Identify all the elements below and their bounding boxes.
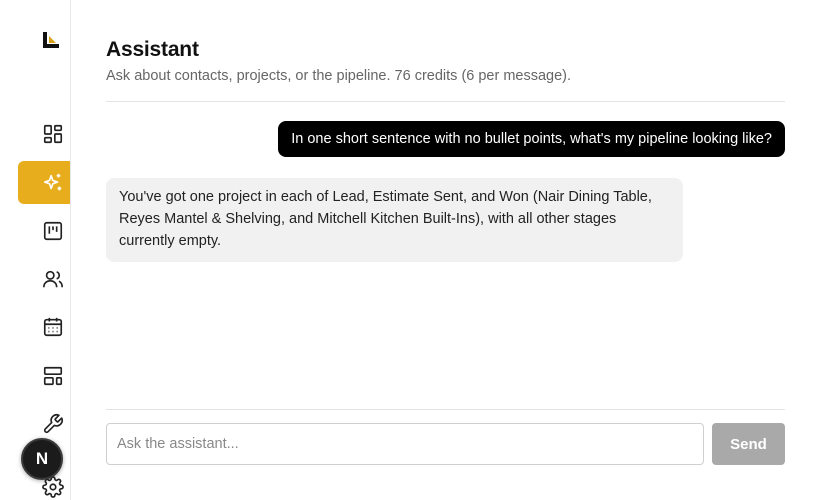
users-icon bbox=[43, 270, 63, 287]
sidebar-item-assistant[interactable] bbox=[18, 161, 70, 204]
header-divider bbox=[106, 101, 785, 102]
sparkles-icon bbox=[43, 173, 62, 190]
chat-input[interactable] bbox=[106, 423, 704, 465]
sidebar-item-contacts[interactable] bbox=[18, 257, 70, 300]
composer-divider bbox=[106, 409, 785, 410]
page-title: Assistant bbox=[106, 38, 199, 61]
user-avatar[interactable]: N bbox=[21, 438, 63, 480]
sidebar-item-dashboard[interactable] bbox=[18, 112, 70, 155]
sidebar-item-calendar[interactable] bbox=[18, 305, 70, 348]
layout-template-icon bbox=[43, 366, 63, 385]
kanban-icon bbox=[43, 221, 63, 240]
user-message: In one short sentence with no bullet poi… bbox=[278, 121, 785, 157]
page-subtitle: Ask about contacts, projects, or the pip… bbox=[106, 68, 572, 84]
wrench-icon bbox=[43, 413, 63, 433]
avatar-initial: N bbox=[35, 449, 49, 468]
brand-logo-icon[interactable] bbox=[43, 32, 59, 48]
assistant-message: You've got one project in each of Lead, … bbox=[106, 178, 683, 262]
send-button[interactable]: Send bbox=[712, 423, 785, 465]
calendar-icon bbox=[43, 317, 63, 336]
sidebar-item-templates[interactable] bbox=[18, 354, 70, 397]
sidebar: N bbox=[0, 0, 71, 500]
assistant-panel: Assistant Ask about contacts, projects, … bbox=[106, 0, 785, 500]
dashboard-icon bbox=[43, 124, 63, 143]
sidebar-item-projects[interactable] bbox=[18, 209, 70, 252]
